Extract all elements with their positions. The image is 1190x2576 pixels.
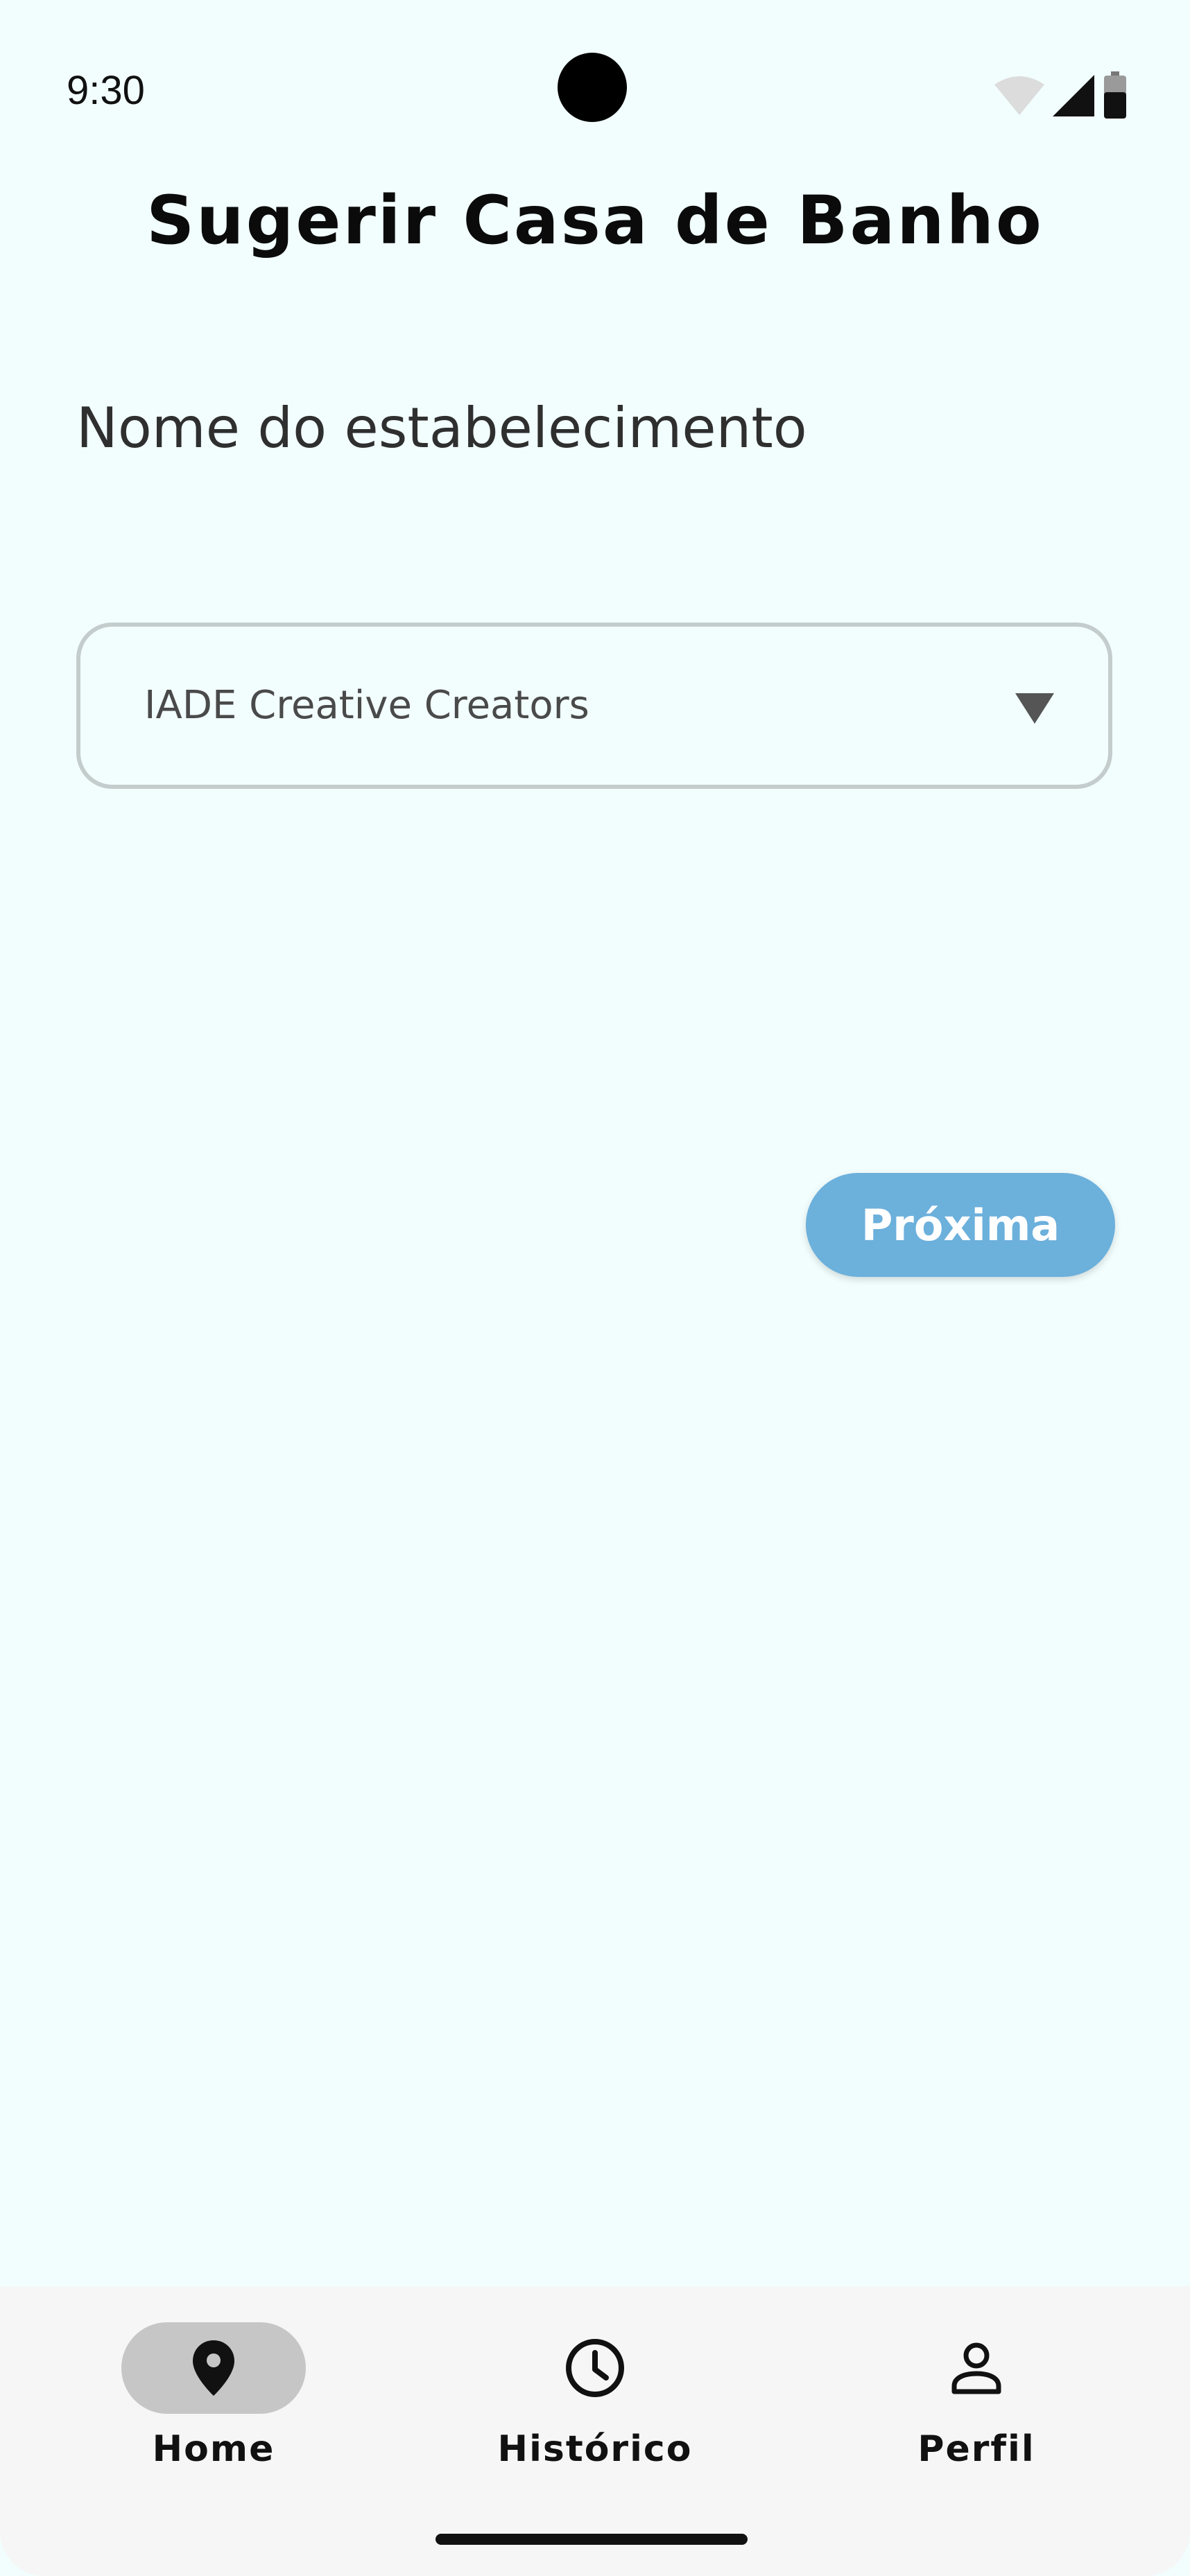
nav-label-historico: Histórico [497, 2428, 693, 2470]
nav-label-perfil: Perfil [917, 2428, 1035, 2470]
dropdown-selected-value: IADE Creative Creators [144, 683, 589, 728]
home-indicator-bar[interactable] [436, 2534, 748, 2545]
cellular-signal-icon [1053, 75, 1094, 116]
camera-cutout [558, 53, 627, 122]
location-pin-icon [193, 2340, 234, 2396]
app-screen: 9:30 Sugerir Casa de Banho Nome do estab… [0, 0, 1190, 2576]
nav-item-historico[interactable]: Histórico [456, 2322, 734, 2473]
next-button[interactable]: Próxima [806, 1173, 1115, 1277]
establishment-label: Nome do estabelecimento [76, 396, 807, 460]
bottom-navigation: Home Histórico Perfil [0, 2286, 1190, 2576]
nav-item-perfil[interactable]: Perfil [838, 2322, 1115, 2473]
page-title: Sugerir Casa de Banho [146, 182, 1044, 259]
dropdown-arrow-icon [1015, 693, 1054, 724]
establishment-dropdown[interactable]: IADE Creative Creators [76, 623, 1112, 789]
nav-active-indicator [121, 2322, 306, 2414]
status-time: 9:30 [67, 68, 145, 113]
status-icons [994, 71, 1128, 121]
nav-label-home: Home [152, 2428, 275, 2470]
nav-item-home[interactable]: Home [75, 2322, 352, 2473]
person-icon [951, 2342, 1001, 2394]
wifi-icon [994, 76, 1044, 115]
battery-icon [1104, 71, 1126, 119]
clock-icon [566, 2339, 624, 2397]
